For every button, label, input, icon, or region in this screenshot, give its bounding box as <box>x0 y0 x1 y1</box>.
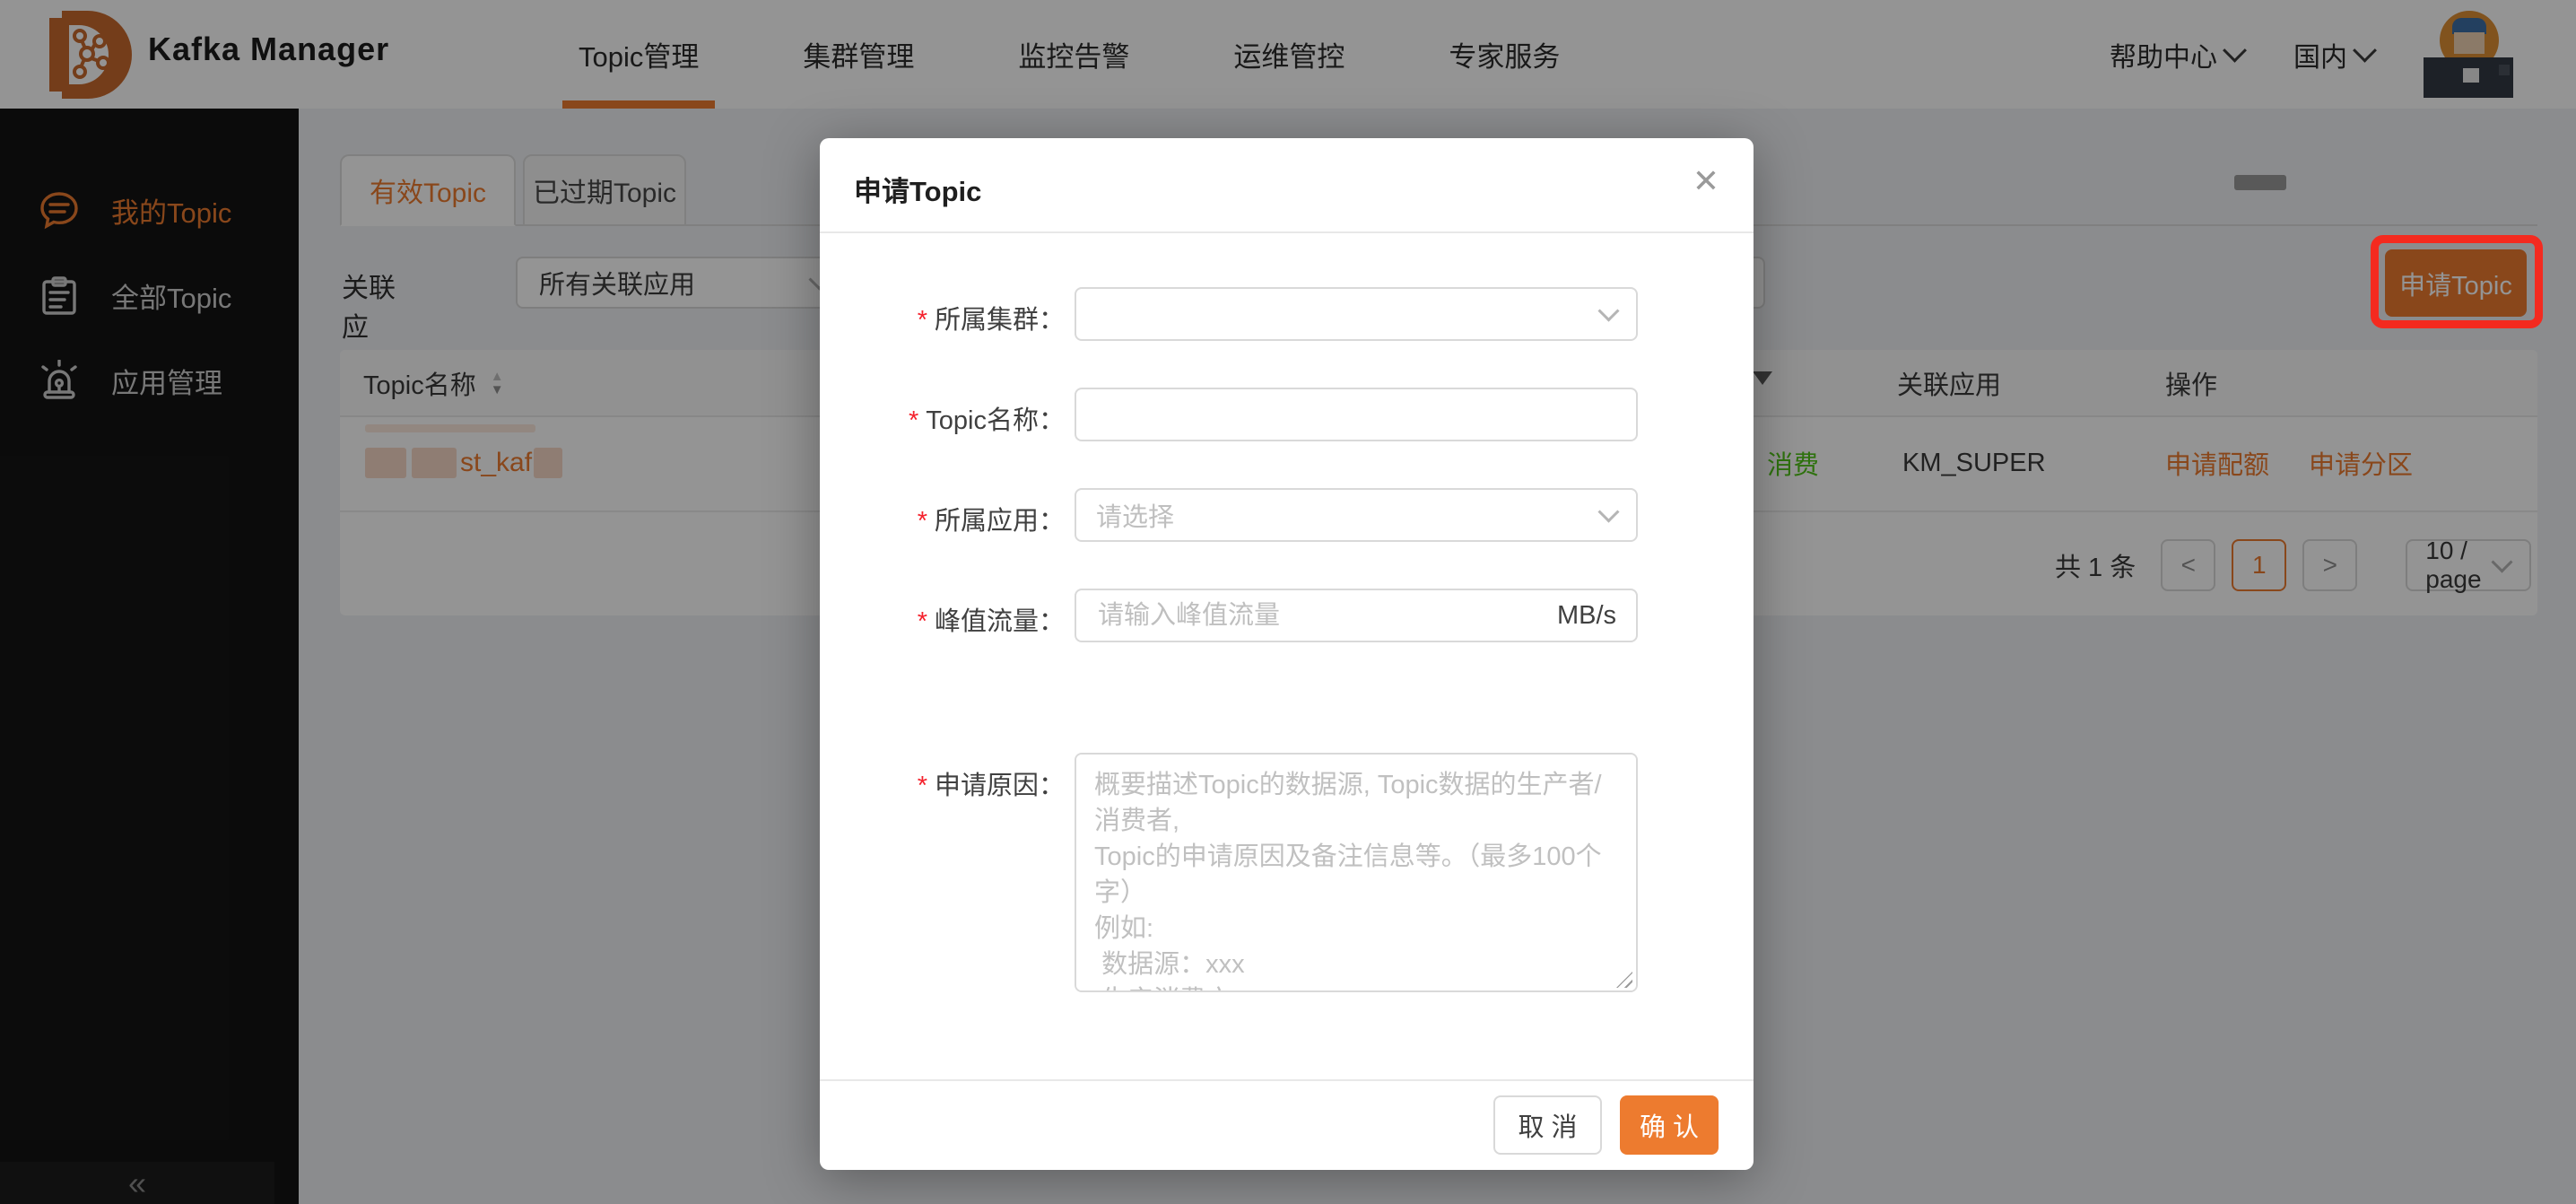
form-row-reason: * 申请原因： <box>820 753 1754 997</box>
apply-topic-modal: 申请Topic ✕ * 所属集群： * Topic名称： <box>820 138 1754 1170</box>
topic-name-field-label: Topic名称： <box>926 406 1065 435</box>
modal-footer: 取 消 确 认 <box>820 1079 1754 1170</box>
cluster-select[interactable] <box>1075 287 1638 341</box>
traffic-unit-suffix: MB/s <box>1557 601 1616 631</box>
chevron-down-icon <box>1597 301 1619 322</box>
form-row-app: * 所属应用： 请选择 <box>820 488 1754 542</box>
form-row-cluster: * 所属集群： <box>820 287 1754 341</box>
reason-field-label: 申请原因： <box>935 772 1065 800</box>
cluster-field-label: 所属集群： <box>935 306 1065 335</box>
reason-textarea[interactable] <box>1075 753 1638 992</box>
required-marker: * <box>909 406 918 435</box>
app-field-label: 所属应用： <box>935 507 1065 536</box>
chevron-down-icon <box>1597 502 1619 523</box>
traffic-field-label: 峰值流量： <box>935 607 1065 636</box>
app-select[interactable]: 请选择 <box>1075 488 1638 542</box>
confirm-button[interactable]: 确 认 <box>1620 1095 1719 1155</box>
required-marker: * <box>918 772 927 800</box>
kafka-manager-app: Kafka Manager Topic管理 集群管理 监控告警 运维管控 专家服… <box>0 0 2576 1204</box>
required-marker: * <box>918 306 927 335</box>
peak-traffic-input[interactable] <box>1096 600 1546 632</box>
topic-name-input[interactable] <box>1096 399 1616 431</box>
modal-title: 申请Topic <box>854 169 981 209</box>
cancel-button[interactable]: 取 消 <box>1493 1095 1602 1155</box>
required-marker: * <box>918 507 927 536</box>
modal-header: 申请Topic ✕ <box>820 138 1754 233</box>
form-row-topic-name: * Topic名称： <box>820 388 1754 441</box>
form-row-peak-traffic: * 峰值流量： MB/s <box>820 589 1754 642</box>
required-marker: * <box>918 607 927 636</box>
app-select-placeholder: 请选择 <box>1096 496 1174 534</box>
close-icon[interactable]: ✕ <box>1693 165 1719 197</box>
